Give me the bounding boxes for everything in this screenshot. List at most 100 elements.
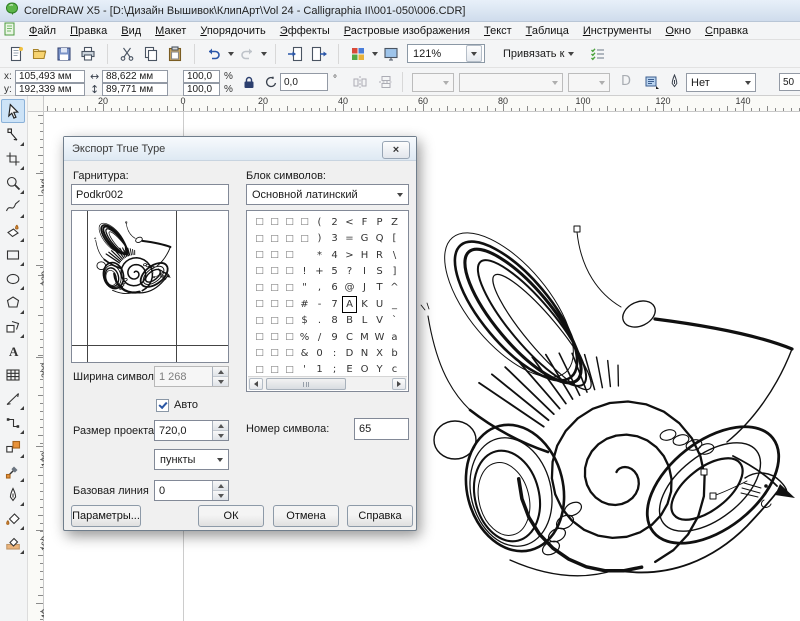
char-cell[interactable]: □ [282,312,297,329]
char-cell[interactable]: [ [387,230,402,247]
horizontal-ruler[interactable]: 20020406080100120140 [44,96,800,112]
app-launcher-dropdown-icon[interactable] [370,43,379,65]
char-cell[interactable]: Y [372,362,387,379]
scale-y-field[interactable]: 100,0 [183,83,220,96]
calligraphic-bird-artwork[interactable] [415,188,795,578]
char-cell[interactable]: I [357,263,372,280]
menu-item-menu-bitmaps[interactable]: Растровые изображения [337,23,477,39]
menu-item-menu-view[interactable]: Вид [114,23,148,39]
char-cell[interactable]: F [357,214,372,231]
char-cell[interactable]: □ [267,280,282,297]
char-cell[interactable]: ^ [387,280,402,297]
ellipse-tool[interactable] [1,267,25,291]
char-cell[interactable]: H [357,247,372,264]
color-eyedropper-tool[interactable] [1,459,25,483]
char-cell[interactable]: > [342,247,357,264]
char-cell[interactable]: $ [297,312,312,329]
char-cell[interactable]: 1 [312,362,327,379]
char-cell[interactable]: , [312,280,327,297]
char-cell[interactable]: □ [282,296,297,313]
mirror-vertical-icon[interactable] [378,75,394,92]
char-cell[interactable]: ) [312,230,327,247]
char-cell[interactable]: O [357,362,372,379]
char-cell[interactable]: " [297,280,312,297]
mirror-horizontal-icon[interactable] [352,75,368,92]
crop-tool[interactable] [1,147,25,171]
welcome-screen-icon[interactable] [379,43,403,65]
char-cell[interactable]: □ [267,296,282,313]
polygon-tool[interactable] [1,291,25,315]
char-cell[interactable]: N [357,345,372,362]
char-cell[interactable]: □ [297,214,312,231]
char-cell[interactable]: □ [282,345,297,362]
char-cell[interactable]: 2 [327,214,342,231]
char-cell[interactable]: □ [267,345,282,362]
import-icon[interactable] [283,43,307,65]
char-cell[interactable]: □ [267,329,282,346]
char-cell[interactable]: ] [387,263,402,280]
char-cell[interactable]: □ [282,214,297,231]
char-cell[interactable]: / [312,329,327,346]
blend-tool[interactable] [1,435,25,459]
paste-icon[interactable] [163,43,187,65]
char-cell[interactable]: 3 [327,230,342,247]
char-cell[interactable]: ? [342,263,357,280]
scroll-right-arrow-icon[interactable] [392,378,406,390]
auto-checkbox[interactable] [156,399,169,412]
menu-item-menu-edit[interactable]: Правка [63,23,114,39]
rotation-angle-field[interactable]: 0,0 [280,73,328,91]
zoom-tool[interactable] [1,171,25,195]
char-cell[interactable]: : [327,345,342,362]
char-cell[interactable]: □ [282,280,297,297]
char-cell[interactable]: □ [252,296,267,313]
object-height-field[interactable]: 89,771 мм [102,83,168,96]
save-icon[interactable] [52,43,76,65]
char-cell[interactable]: < [342,214,357,231]
char-cell[interactable]: □ [282,329,297,346]
ok-button[interactable]: ОК [198,505,264,527]
rectangle-tool[interactable] [1,243,25,267]
char-cell[interactable]: S [372,263,387,280]
char-cell[interactable]: ! [297,263,312,280]
units-combo[interactable]: пункты [154,449,229,470]
char-cell[interactable]: @ [342,280,357,297]
char-cell[interactable]: T [372,280,387,297]
undo-icon[interactable] [202,43,226,65]
undo-dropdown-icon[interactable] [226,43,235,65]
char-cell[interactable]: P [372,214,387,231]
menu-item-menu-window[interactable]: Окно [658,23,698,39]
scale-x-field[interactable]: 100,0 [183,70,220,83]
outline-width-combo[interactable]: Нет [686,73,756,92]
menu-item-menu-layout[interactable]: Макет [148,23,193,39]
char-cell[interactable]: □ [267,230,282,247]
menu-item-menu-table[interactable]: Таблица [519,23,576,39]
interactive-fill-tool[interactable] [1,531,25,555]
menu-item-menu-tools[interactable]: Инструменты [576,23,659,39]
vertical-ruler[interactable]: 240220200180160140 [28,112,44,621]
char-cell[interactable] [297,247,312,264]
clipped-right-field[interactable]: 50 [779,73,800,91]
char-cell[interactable]: □ [252,247,267,264]
char-cell[interactable]: b [387,345,402,362]
char-cell[interactable]: □ [252,280,267,297]
menu-item-menu-file[interactable]: Файл [22,23,63,39]
char-cell[interactable]: . [312,312,327,329]
char-cell[interactable]: □ [267,263,282,280]
object-width-field[interactable]: 88,622 мм [102,70,168,83]
char-cell[interactable]: 4 [327,247,342,264]
char-cell[interactable]: C [342,329,357,346]
char-cell[interactable]: W [372,329,387,346]
char-cell[interactable]: B [342,312,357,329]
char-cell[interactable]: ; [327,362,342,379]
char-cell[interactable]: □ [282,263,297,280]
char-cell[interactable]: 7 [327,296,342,313]
scroll-left-arrow-icon[interactable] [249,378,263,390]
copy-icon[interactable] [139,43,163,65]
project-size-spinner[interactable] [212,421,228,440]
redo-dropdown-icon[interactable] [259,43,268,65]
char-cell[interactable]: R [372,247,387,264]
char-cell[interactable]: K [357,296,372,313]
symbol-block-combo[interactable]: Основной латинский [246,184,409,205]
char-cell[interactable]: L [357,312,372,329]
char-cell[interactable]: □ [267,312,282,329]
